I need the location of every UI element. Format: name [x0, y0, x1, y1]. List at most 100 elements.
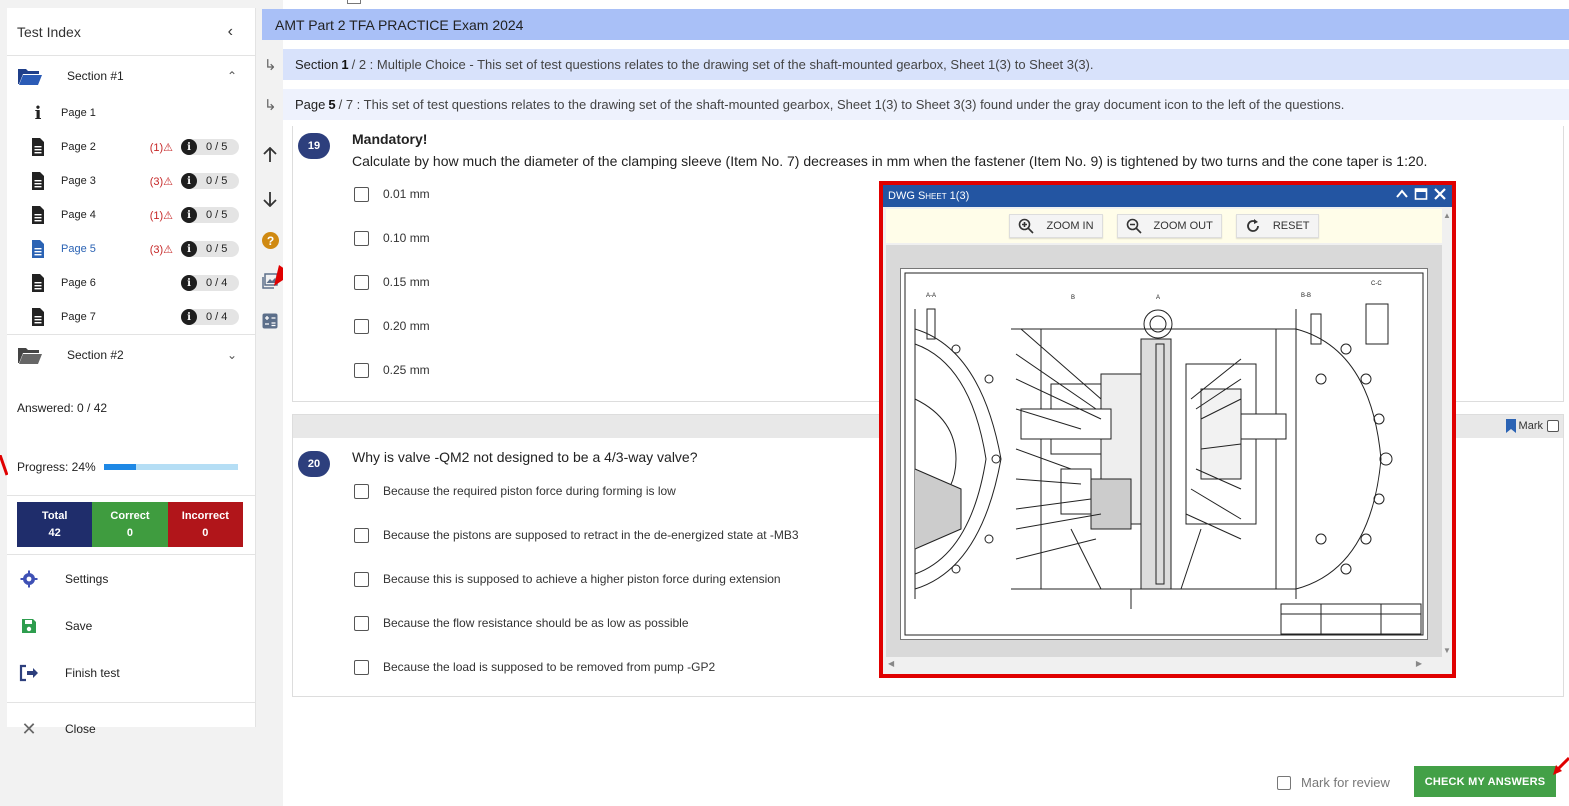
score-text: 0 / 5	[206, 175, 228, 187]
drawing-viewer-window: DWG Sheet 1(3) ZOOM IN ZOOM OUT RESET A-…	[879, 181, 1456, 678]
settings-menu-item[interactable]: Settings	[7, 555, 255, 602]
horizontal-scrollbar[interactable]: ◀ ▶	[886, 658, 1436, 672]
section-prefix: Section	[295, 57, 339, 72]
section-1-row[interactable]: Section #1 ⌃	[7, 56, 255, 96]
answer-checkbox[interactable]	[354, 186, 369, 202]
page-number: 5	[328, 97, 336, 112]
score-text: 0 / 5	[206, 141, 228, 153]
answer-checkbox[interactable]	[354, 571, 369, 587]
tool-strip: ?	[257, 0, 283, 806]
sidebar-item-page-4[interactable]: Page 4 (1)⚠ i 0 / 5	[7, 198, 255, 232]
section-2-row[interactable]: Section #2 ⌄	[7, 335, 255, 375]
option-label: Because the required piston force during…	[383, 484, 676, 498]
reset-label: RESET	[1272, 220, 1310, 232]
answer-option[interactable]: 0.25 mm	[354, 362, 430, 378]
answer-checkbox[interactable]	[354, 659, 369, 675]
sidebar-item-page-6[interactable]: Page 6 i 0 / 4	[7, 266, 255, 300]
answer-option[interactable]: Because the load is supposed to be remov…	[354, 659, 715, 675]
arrow-up-icon[interactable]	[261, 146, 279, 164]
collapse-panel-icon[interactable]: ‹	[228, 23, 233, 41]
reset-button[interactable]: RESET	[1235, 214, 1319, 238]
chevron-up-icon[interactable]: ⌃	[227, 69, 237, 83]
zoom-in-label: ZOOM IN	[1046, 220, 1094, 232]
window-controls	[1395, 187, 1447, 201]
zoom-in-button[interactable]: ZOOM IN	[1009, 214, 1103, 238]
document-icon	[32, 274, 44, 292]
answer-checkbox[interactable]	[354, 362, 369, 378]
sidebar-item-page-5[interactable]: Page 5 (3)⚠ i 0 / 5	[7, 232, 255, 266]
sidebar-item-page-3[interactable]: Page 3 (3)⚠ i 0 / 5	[7, 164, 255, 198]
warning-badge: (3)⚠	[149, 243, 173, 256]
answered-count: Answered: 0 / 42	[17, 401, 108, 415]
answer-option[interactable]: Because the flow resistance should be as…	[354, 615, 689, 631]
score-text: 0 / 4	[206, 311, 228, 323]
review-checkbox[interactable]	[1277, 775, 1291, 790]
answer-option[interactable]: Because the required piston force during…	[354, 483, 676, 499]
return-arrow-icon: ↳	[264, 96, 277, 114]
stat-value: 0	[202, 527, 209, 539]
page-description: / 7 : This set of test questions relates…	[338, 97, 1345, 112]
svg-text:A-A: A-A	[926, 293, 936, 299]
menu-label: Save	[65, 618, 93, 633]
answer-checkbox[interactable]	[354, 274, 369, 290]
answer-checkbox[interactable]	[354, 615, 369, 631]
sidebar-item-page-1[interactable]: i Page 1	[7, 96, 255, 130]
drawing-canvas[interactable]: A-A B A B-B C-C	[886, 245, 1442, 657]
annotation-arrow-left	[0, 455, 8, 476]
question-text: Calculate by how much the diameter of th…	[352, 153, 1428, 169]
score-pill: i 0 / 5	[181, 139, 239, 155]
chevron-down-icon[interactable]: ⌄	[227, 348, 237, 362]
sidebar-item-page-7[interactable]: Page 7 i 0 / 4	[7, 300, 255, 334]
page-label: Page 1	[61, 107, 96, 119]
zoom-out-button[interactable]: ZOOM OUT	[1116, 214, 1222, 238]
page-label: Page 5	[61, 243, 96, 255]
progress-bar	[103, 464, 238, 470]
answer-checkbox[interactable]	[354, 483, 369, 499]
document-icon	[32, 206, 44, 224]
annotation-arrow-right	[1553, 756, 1569, 775]
arrow-down-icon[interactable]	[261, 190, 279, 208]
answer-option[interactable]: Because this is supposed to achieve a hi…	[354, 571, 781, 587]
close-icon[interactable]	[1433, 187, 1447, 201]
warning-badge: (1)⚠	[149, 141, 173, 154]
close-menu-item[interactable]: ✕ Close	[7, 703, 255, 755]
progress-row: Progress: 24%	[7, 439, 255, 495]
answer-checkbox[interactable]	[354, 318, 369, 334]
answer-checkbox[interactable]	[354, 527, 369, 543]
option-label: Because the pistons are supposed to retr…	[383, 528, 799, 542]
answer-option[interactable]: 0.15 mm	[354, 274, 430, 290]
answer-option[interactable]: 0.20 mm	[354, 318, 430, 334]
vertical-scrollbar[interactable]: ▲ ▼	[1442, 209, 1452, 657]
stat-value: 42	[48, 527, 61, 539]
calculator-icon[interactable]	[261, 312, 279, 330]
section-label: Section #2	[67, 348, 124, 362]
mark-checkbox[interactable]	[1547, 420, 1559, 432]
minimize-icon[interactable]	[1395, 187, 1409, 201]
section-label: Section #1	[67, 69, 124, 83]
svg-text:A: A	[1156, 295, 1160, 301]
info-circle-icon: i	[181, 275, 197, 291]
drawing-viewer-titlebar[interactable]: DWG Sheet 1(3)	[883, 185, 1452, 207]
stat-label: Correct	[110, 510, 150, 522]
gear-icon	[19, 569, 39, 589]
review-label: Mark for review	[1301, 775, 1390, 790]
check-my-answers-button[interactable]: CHECK MY ANSWERS	[1414, 766, 1556, 797]
answer-option[interactable]: 0.01 mm	[354, 186, 430, 202]
exam-title: AMT Part 2 TFA PRACTICE Exam 2024	[275, 16, 524, 33]
answer-checkbox[interactable]	[354, 230, 369, 246]
save-menu-item[interactable]: Save	[7, 602, 255, 649]
option-label: Because the flow resistance should be as…	[383, 616, 689, 630]
page-label: Page 6	[61, 277, 96, 289]
answer-option[interactable]: Because the pistons are supposed to retr…	[354, 527, 799, 543]
score-pill: i 0 / 5	[181, 207, 239, 223]
mark-toggle[interactable]: Mark	[1505, 419, 1559, 433]
stat-incorrect: Incorrect 0	[167, 502, 243, 547]
maximize-icon[interactable]	[1414, 187, 1428, 201]
menu-label: Finish test	[65, 665, 120, 680]
sidebar-item-page-2[interactable]: Page 2 (1)⚠ i 0 / 5	[7, 130, 255, 164]
finish-test-menu-item[interactable]: Finish test	[7, 649, 255, 696]
answer-option[interactable]: 0.10 mm	[354, 230, 430, 246]
gearbox-drawing: A-A B A B-B C-C	[904, 272, 1424, 636]
mark-for-review[interactable]: Mark for review	[1277, 775, 1390, 790]
document-icon	[32, 240, 44, 258]
